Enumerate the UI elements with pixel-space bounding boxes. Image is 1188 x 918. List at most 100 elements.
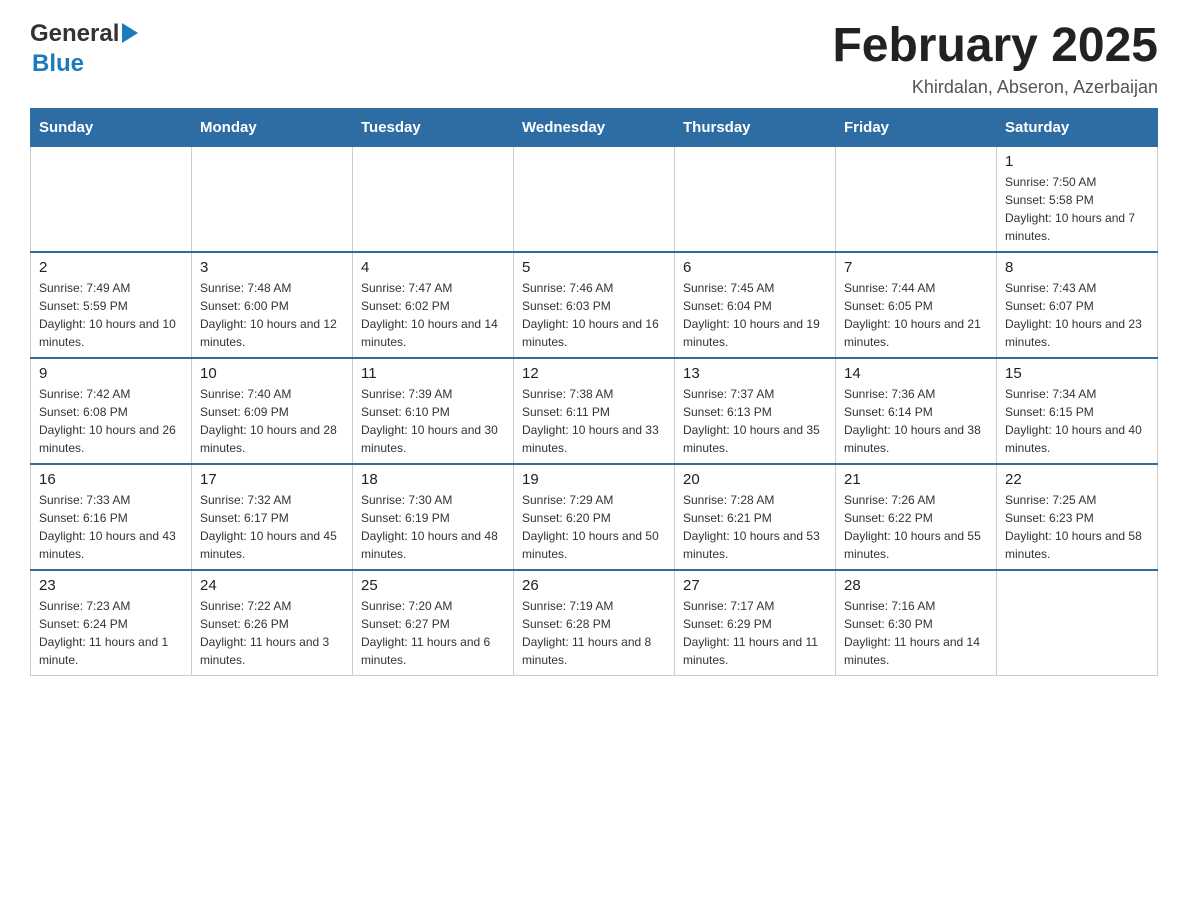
day-info: Sunrise: 7:47 AM Sunset: 6:02 PM Dayligh… [361, 279, 505, 351]
day-info: Sunrise: 7:44 AM Sunset: 6:05 PM Dayligh… [844, 279, 988, 351]
day-number: 18 [361, 471, 505, 488]
day-number: 19 [522, 471, 666, 488]
day-info: Sunrise: 7:22 AM Sunset: 6:26 PM Dayligh… [200, 597, 344, 669]
weekday-header-row: SundayMondayTuesdayWednesdayThursdayFrid… [31, 108, 1158, 146]
calendar-cell: 17Sunrise: 7:32 AM Sunset: 6:17 PM Dayli… [192, 464, 353, 570]
calendar-cell: 2 Sunrise: 7:49 AM Sunset: 5:59 PM Daylig… [31, 252, 192, 358]
month-title: February 2025 [832, 20, 1158, 73]
calendar-cell: 19 Sunrise: 7:29 AM Sunset: 6:20 PM Dayli… [514, 464, 675, 570]
calendar-cell [192, 146, 353, 252]
day-number: 12 [522, 365, 666, 382]
title-block: February 2025 Khirdalan, Abseron, Azerba… [832, 20, 1158, 98]
calendar-cell [997, 570, 1158, 676]
calendar-cell: 3 Sunrise: 7:48 AM Sunset: 6:00 PM Daylig… [192, 252, 353, 358]
day-info: Sunrise: 7:50 AM Sunset: 5:58 PM Dayligh… [1005, 173, 1149, 245]
calendar-week-row: 2 Sunrise: 7:49 AM Sunset: 5:59 PM Daylig… [31, 252, 1158, 358]
calendar-cell: 15 Sunrise: 7:34 AM Sunset: 6:15 PM Dayli… [997, 358, 1158, 464]
calendar-cell: 10 Sunrise: 7:40 AM Sunset: 6:09 PM Dayli… [192, 358, 353, 464]
day-info: Sunrise: 7:40 AM Sunset: 6:09 PM Dayligh… [200, 385, 344, 457]
day-number: 7 [844, 259, 988, 276]
day-info: Sunrise: 7:17 AM Sunset: 6:29 PM Dayligh… [683, 597, 827, 669]
day-number: 9 [39, 365, 183, 382]
day-info: Sunrise: 7:23 AM Sunset: 6:24 PM Dayligh… [39, 597, 183, 669]
weekday-header: Monday [192, 108, 353, 146]
day-number: 16 [39, 471, 183, 488]
logo-arrow-icon [122, 23, 138, 43]
day-info: Sunrise: 7:34 AM Sunset: 6:15 PM Dayligh… [1005, 385, 1149, 457]
calendar-week-row: 23 Sunrise: 7:23 AM Sunset: 6:24 PM Dayli… [31, 570, 1158, 676]
calendar-cell: 16 Sunrise: 7:33 AM Sunset: 6:16 PM Dayli… [31, 464, 192, 570]
calendar-cell: 4 Sunrise: 7:47 AM Sunset: 6:02 PM Daylig… [353, 252, 514, 358]
day-number: 14 [844, 365, 988, 382]
day-number: 26 [522, 577, 666, 594]
day-number: 24 [200, 577, 344, 594]
calendar-cell: 24 Sunrise: 7:22 AM Sunset: 6:26 PM Dayli… [192, 570, 353, 676]
day-number: 6 [683, 259, 827, 276]
day-info: Sunrise: 7:43 AM Sunset: 6:07 PM Dayligh… [1005, 279, 1149, 351]
calendar-cell: 5 Sunrise: 7:46 AM Sunset: 6:03 PM Daylig… [514, 252, 675, 358]
calendar-cell: 27Sunrise: 7:17 AM Sunset: 6:29 PM Dayli… [675, 570, 836, 676]
day-number: 8 [1005, 259, 1149, 276]
calendar-cell: 9Sunrise: 7:42 AM Sunset: 6:08 PM Daylig… [31, 358, 192, 464]
weekday-header: Saturday [997, 108, 1158, 146]
calendar-cell [514, 146, 675, 252]
day-number: 13 [683, 365, 827, 382]
day-number: 2 [39, 259, 183, 276]
day-info: Sunrise: 7:36 AM Sunset: 6:14 PM Dayligh… [844, 385, 988, 457]
day-number: 21 [844, 471, 988, 488]
calendar-cell: 25 Sunrise: 7:20 AM Sunset: 6:27 PM Dayli… [353, 570, 514, 676]
day-info: Sunrise: 7:39 AM Sunset: 6:10 PM Dayligh… [361, 385, 505, 457]
weekday-header: Thursday [675, 108, 836, 146]
calendar-cell: 11Sunrise: 7:39 AM Sunset: 6:10 PM Dayli… [353, 358, 514, 464]
calendar-cell [353, 146, 514, 252]
day-info: Sunrise: 7:28 AM Sunset: 6:21 PM Dayligh… [683, 491, 827, 563]
calendar-cell: 28 Sunrise: 7:16 AM Sunset: 6:30 PM Dayli… [836, 570, 997, 676]
calendar-cell: 6 Sunrise: 7:45 AM Sunset: 6:04 PM Daylig… [675, 252, 836, 358]
calendar-cell: 14 Sunrise: 7:36 AM Sunset: 6:14 PM Dayli… [836, 358, 997, 464]
logo-blue: Blue [32, 50, 84, 78]
weekday-header: Tuesday [353, 108, 514, 146]
page-header: General Blue February 2025 Khirdalan, Ab… [30, 20, 1158, 98]
day-number: 15 [1005, 365, 1149, 382]
day-info: Sunrise: 7:46 AM Sunset: 6:03 PM Dayligh… [522, 279, 666, 351]
day-number: 23 [39, 577, 183, 594]
weekday-header: Wednesday [514, 108, 675, 146]
weekday-header: Friday [836, 108, 997, 146]
day-info: Sunrise: 7:49 AM Sunset: 5:59 PM Dayligh… [39, 279, 183, 351]
day-number: 28 [844, 577, 988, 594]
logo-general: General [30, 20, 119, 48]
day-info: Sunrise: 7:37 AM Sunset: 6:13 PM Dayligh… [683, 385, 827, 457]
day-info: Sunrise: 7:29 AM Sunset: 6:20 PM Dayligh… [522, 491, 666, 563]
calendar-cell: 12 Sunrise: 7:38 AM Sunset: 6:11 PM Dayli… [514, 358, 675, 464]
day-number: 1 [1005, 153, 1149, 170]
day-info: Sunrise: 7:48 AM Sunset: 6:00 PM Dayligh… [200, 279, 344, 351]
calendar-cell: 7 Sunrise: 7:44 AM Sunset: 6:05 PM Daylig… [836, 252, 997, 358]
logo: General Blue [30, 20, 138, 78]
day-number: 25 [361, 577, 505, 594]
calendar-cell [31, 146, 192, 252]
calendar-cell: 8 Sunrise: 7:43 AM Sunset: 6:07 PM Daylig… [997, 252, 1158, 358]
day-number: 22 [1005, 471, 1149, 488]
calendar-cell: 21Sunrise: 7:26 AM Sunset: 6:22 PM Dayli… [836, 464, 997, 570]
day-info: Sunrise: 7:33 AM Sunset: 6:16 PM Dayligh… [39, 491, 183, 563]
calendar-table: SundayMondayTuesdayWednesdayThursdayFrid… [30, 108, 1158, 676]
day-number: 3 [200, 259, 344, 276]
calendar-cell: 23 Sunrise: 7:23 AM Sunset: 6:24 PM Dayli… [31, 570, 192, 676]
calendar-cell: 18 Sunrise: 7:30 AM Sunset: 6:19 PM Dayli… [353, 464, 514, 570]
day-info: Sunrise: 7:19 AM Sunset: 6:28 PM Dayligh… [522, 597, 666, 669]
day-info: Sunrise: 7:38 AM Sunset: 6:11 PM Dayligh… [522, 385, 666, 457]
calendar-week-row: 1 Sunrise: 7:50 AM Sunset: 5:58 PM Daylig… [31, 146, 1158, 252]
weekday-header: Sunday [31, 108, 192, 146]
day-info: Sunrise: 7:32 AM Sunset: 6:17 PM Dayligh… [200, 491, 344, 563]
day-info: Sunrise: 7:45 AM Sunset: 6:04 PM Dayligh… [683, 279, 827, 351]
day-number: 4 [361, 259, 505, 276]
location: Khirdalan, Abseron, Azerbaijan [832, 77, 1158, 98]
calendar-cell: 26 Sunrise: 7:19 AM Sunset: 6:28 PM Dayli… [514, 570, 675, 676]
day-info: Sunrise: 7:30 AM Sunset: 6:19 PM Dayligh… [361, 491, 505, 563]
calendar-cell: 1 Sunrise: 7:50 AM Sunset: 5:58 PM Daylig… [997, 146, 1158, 252]
day-number: 5 [522, 259, 666, 276]
calendar-cell: 22Sunrise: 7:25 AM Sunset: 6:23 PM Dayli… [997, 464, 1158, 570]
day-number: 10 [200, 365, 344, 382]
day-info: Sunrise: 7:16 AM Sunset: 6:30 PM Dayligh… [844, 597, 988, 669]
day-info: Sunrise: 7:20 AM Sunset: 6:27 PM Dayligh… [361, 597, 505, 669]
